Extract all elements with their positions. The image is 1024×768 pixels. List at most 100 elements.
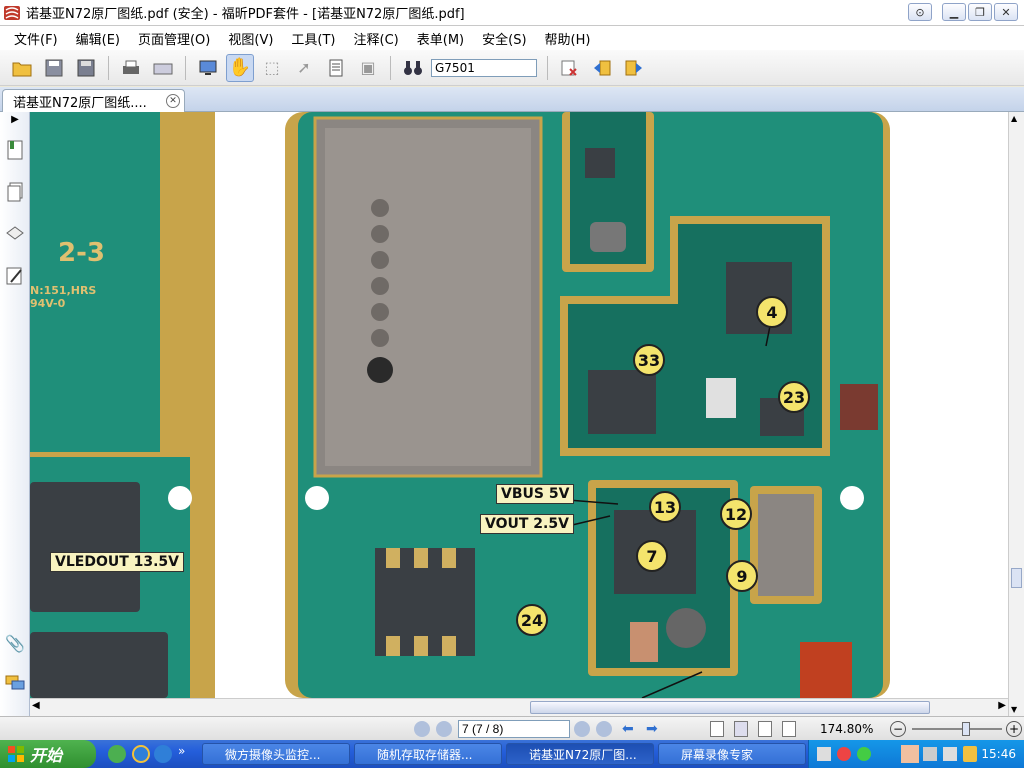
system-tray: 15:46 <box>808 740 1024 768</box>
menu-tools[interactable]: 工具(T) <box>291 29 335 48</box>
status-bar: ⬅ ➡ 174.80% − + <box>0 716 1024 740</box>
menu-file[interactable]: 文件(F) <box>14 29 58 48</box>
tray-avatar-icon[interactable] <box>901 745 919 763</box>
zoom-slider-thumb[interactable] <box>962 722 970 736</box>
menu-forms[interactable]: 表单(M) <box>417 29 464 48</box>
scroll-down-icon[interactable]: ▼ <box>1011 705 1017 714</box>
document-tab[interactable]: 诺基亚N72原厂图纸.... ✕ <box>2 89 185 112</box>
horizontal-scroll-thumb[interactable] <box>530 701 930 714</box>
menu-comments[interactable]: 注释(C) <box>354 29 399 48</box>
quicklaunch-chat-icon[interactable] <box>108 745 126 763</box>
comment-bubble-icon[interactable] <box>4 674 26 696</box>
menu-security[interactable]: 安全(S) <box>482 29 526 48</box>
start-button[interactable]: 开始 <box>0 740 96 768</box>
scroll-up-icon[interactable]: ▲ <box>1011 114 1017 123</box>
toolbar-separator <box>547 55 548 80</box>
tray-display-icon[interactable] <box>923 747 937 761</box>
restore-button[interactable]: ❐ <box>968 3 992 21</box>
zoom-level[interactable]: 174.80% <box>820 722 873 736</box>
callout-marker: 23 <box>778 381 810 413</box>
last-page-icon[interactable] <box>596 721 612 737</box>
bookmarks-icon[interactable] <box>4 140 26 162</box>
document-tab-label: 诺基亚N72原厂图纸.... <box>13 95 147 111</box>
continuous-page-icon[interactable] <box>734 721 748 737</box>
callout-marker: 9 <box>726 560 758 592</box>
vertical-scroll-thumb[interactable] <box>1011 568 1022 588</box>
close-window-button[interactable]: ✕ <box>994 3 1018 21</box>
zoom-slider[interactable] <box>912 728 1002 730</box>
vertical-scrollbar[interactable]: ▲ ▼ <box>1008 112 1024 716</box>
page-number-input[interactable] <box>458 720 570 738</box>
quicklaunch-more-icon[interactable]: » <box>178 744 185 758</box>
single-page-icon[interactable] <box>710 721 724 737</box>
toolbar-separator <box>185 55 186 80</box>
tray-shield-icon[interactable] <box>963 746 977 762</box>
back-icon[interactable]: ⬅ <box>622 721 634 737</box>
task-memory[interactable]: 随机存取存储器... <box>354 743 502 765</box>
menu-view[interactable]: 视图(V) <box>228 29 273 48</box>
previous-page-icon[interactable] <box>436 721 452 737</box>
start-label: 开始 <box>30 746 63 765</box>
attachment-paperclip-icon[interactable]: 📎 <box>4 634 26 656</box>
comments-edit-icon[interactable] <box>4 266 26 288</box>
scan-icon[interactable] <box>149 54 177 82</box>
save-as-icon[interactable] <box>72 54 100 82</box>
help-window-button[interactable]: ⊙ <box>908 3 932 21</box>
scroll-right-icon[interactable]: ▶ <box>998 700 1006 711</box>
pages-icon[interactable] <box>4 182 26 204</box>
find-previous-icon[interactable] <box>588 54 616 82</box>
expand-panel-icon[interactable]: ▶ <box>4 114 26 136</box>
menu-help[interactable]: 帮助(H) <box>545 29 591 48</box>
navigation-panel: ▶ 📎 <box>0 112 30 716</box>
keyboard-tray-icon[interactable] <box>817 747 831 761</box>
hand-tool-icon[interactable]: ✋ <box>226 53 254 82</box>
tray-volume-icon[interactable] <box>943 747 957 761</box>
callout-marker: 13 <box>649 491 681 523</box>
horizontal-scrollbar[interactable]: ◀ ▶ <box>30 698 1008 716</box>
open-folder-icon[interactable] <box>8 54 36 82</box>
find-options-icon[interactable] <box>556 54 584 82</box>
quicklaunch-ie-icon[interactable] <box>132 745 150 763</box>
task-pdf-viewer[interactable]: 诺基亚N72原厂图... <box>506 743 654 765</box>
task-camera-monitor[interactable]: 微方摄像头监控... <box>202 743 350 765</box>
document-viewport[interactable]: VBUS 5V VOUT 2.5V VLEDOUT 13.5V 2-3 N:15… <box>30 112 1008 698</box>
menu-edit[interactable]: 编辑(E) <box>76 29 120 48</box>
tray-network-icon[interactable] <box>857 747 871 761</box>
quicklaunch-browser-icon[interactable] <box>154 745 172 763</box>
title-bar: 诺基亚N72原厂图纸.pdf (安全) - 福昕PDF套件 - [诺基亚N72原… <box>0 0 1024 26</box>
toolbar-separator <box>108 55 109 80</box>
search-input[interactable] <box>431 58 537 77</box>
menu-page-management[interactable]: 页面管理(O) <box>138 29 210 48</box>
minimize-button[interactable]: ▁ <box>942 3 966 21</box>
snapshot-camera-icon[interactable]: ▣ <box>354 54 382 82</box>
find-next-icon[interactable] <box>620 54 648 82</box>
zoom-tool-icon[interactable]: ⬚ <box>258 54 286 82</box>
zoom-out-icon[interactable]: − <box>890 721 906 737</box>
fullscreen-monitor-icon[interactable] <box>194 54 222 82</box>
select-arrow-icon[interactable]: ➚ <box>290 54 318 82</box>
facing-pages-icon[interactable] <box>758 721 772 737</box>
callout-marker: 24 <box>516 604 548 636</box>
print-icon[interactable] <box>117 54 145 82</box>
zoom-in-icon[interactable]: + <box>1006 721 1022 737</box>
next-page-icon[interactable] <box>574 721 590 737</box>
continuous-facing-icon[interactable] <box>782 721 796 737</box>
select-text-icon[interactable] <box>322 54 350 82</box>
callout-marker: 12 <box>720 498 752 530</box>
tray-app-icon[interactable] <box>837 747 851 761</box>
layers-icon[interactable] <box>4 224 26 246</box>
callout-marker: 7 <box>636 540 668 572</box>
close-tab-icon[interactable]: ✕ <box>166 94 180 108</box>
forward-icon[interactable]: ➡ <box>646 721 658 737</box>
save-icon[interactable] <box>40 54 68 82</box>
task-screen-recorder[interactable]: 屏幕录像专家 <box>658 743 806 765</box>
scroll-left-icon[interactable]: ◀ <box>32 700 40 711</box>
window-title: 诺基亚N72原厂图纸.pdf (安全) - 福昕PDF套件 - [诺基亚N72原… <box>26 7 465 22</box>
vledout-label: VLEDOUT 13.5V <box>50 552 185 572</box>
vbus-label: VBUS 5V <box>496 484 575 504</box>
find-binoculars-icon[interactable] <box>399 54 427 82</box>
windows-flag-icon <box>8 746 24 762</box>
first-page-icon[interactable] <box>414 721 430 737</box>
windows-taskbar: 开始 » 微方摄像头监控... 随机存取存储器... 诺基亚N72原厂图... … <box>0 740 1024 768</box>
board-code-label: 2-3 <box>58 238 105 268</box>
